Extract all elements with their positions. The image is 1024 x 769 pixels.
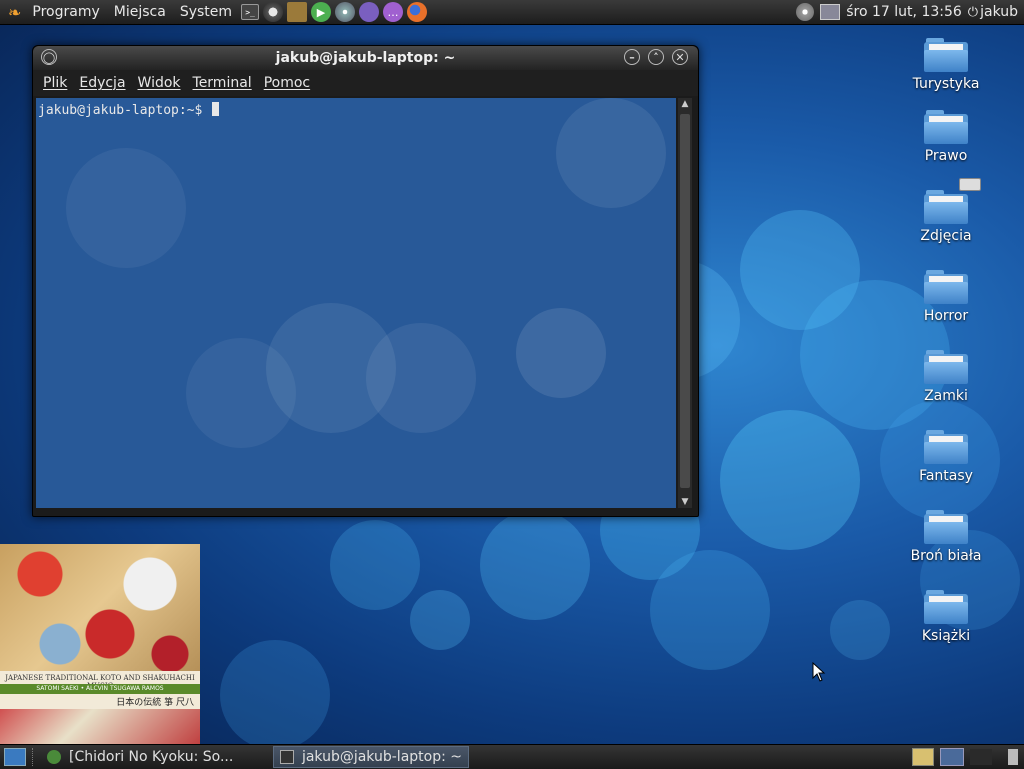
folder-label: Fantasy: [919, 468, 973, 484]
folder-label: Turystyka: [912, 76, 980, 92]
minimize-button[interactable]: –: [624, 49, 640, 65]
album-artists: SATOMI SAEKI • ALCVIN TSUGAWA RAMOS: [0, 684, 200, 694]
folder-label: Zamki: [924, 388, 968, 404]
workspace-switcher[interactable]: [940, 748, 964, 766]
menu-pomoc[interactable]: Pomoc: [258, 75, 316, 91]
top-panel: ❧ Programy Miejsca System >_ ▶ … śro 17 …: [0, 0, 1024, 25]
menu-widok[interactable]: Widok: [132, 75, 187, 91]
menu-edycja[interactable]: Edycja: [73, 75, 131, 91]
folder-label: Książki: [921, 628, 971, 644]
folder-icon: [924, 590, 968, 624]
terminal-output[interactable]: jakub@jakub-laptop:~$: [36, 98, 676, 508]
desktop-folder-zdjecia[interactable]: Zdjęcia: [901, 178, 991, 244]
desktop-folder-ksiazki[interactable]: Książki: [901, 590, 991, 644]
trash-icon[interactable]: [1008, 749, 1018, 765]
gnome-foot-icon[interactable]: ❧: [8, 3, 21, 22]
disc-tray-icon[interactable]: [796, 3, 815, 21]
folder-icon: [924, 110, 968, 144]
shell-prompt: jakub@jakub-laptop:~$: [38, 102, 220, 118]
window-title: jakub@jakub-laptop: ~: [275, 50, 456, 66]
workspace-area: [912, 748, 1024, 766]
desktop-folder-prawo[interactable]: Prawo: [901, 110, 991, 164]
folder-icon: [924, 270, 968, 304]
folder-label: Prawo: [924, 148, 968, 164]
terminal-launcher-icon[interactable]: >_: [241, 4, 260, 20]
pidgin-launcher-icon[interactable]: [359, 2, 380, 22]
system-tray: śro 17 lut, 13:56 ⏻ jakub: [796, 3, 1024, 21]
folder-label: Horror: [923, 308, 969, 324]
scroll-thumb[interactable]: [680, 114, 690, 488]
album-art: JAPANESE TRADITIONAL KOTO AND SHAKUHACHI…: [0, 544, 200, 744]
mouse-pointer-icon: [812, 662, 826, 682]
text-cursor: [212, 102, 220, 116]
menu-plik[interactable]: Plik: [37, 75, 73, 91]
desktop-folder-horror[interactable]: Horror: [901, 270, 991, 324]
desktop-folder-zamki[interactable]: Zamki: [901, 350, 991, 404]
chat-launcher-icon[interactable]: …: [383, 2, 404, 22]
desktop-folder-fantasy[interactable]: Fantasy: [901, 430, 991, 484]
window-menu-icon[interactable]: ◯: [41, 49, 57, 65]
player-launcher-icon[interactable]: ▶: [311, 2, 332, 22]
folder-icon: [924, 38, 968, 72]
media-launcher-icon[interactable]: [263, 2, 284, 22]
taskbar-item-label: [Chidori No Kyoku: So...: [69, 749, 234, 765]
folder-label: Zdjęcia: [920, 228, 972, 244]
folder-icon: [924, 350, 968, 384]
terminal-scrollbar[interactable]: ▲ ▼: [678, 98, 692, 508]
folder-label: Broń biała: [910, 548, 982, 564]
show-desktop-icon[interactable]: [4, 748, 26, 766]
bottom-panel: [Chidori No Kyoku: So... jakub@jakub-lap…: [0, 744, 1024, 769]
user-name[interactable]: jakub: [980, 4, 1018, 20]
folder-icon: [924, 430, 968, 464]
display-tray-icon[interactable]: [820, 4, 841, 20]
folder-icon: [924, 190, 968, 224]
desktop-folder-turystyka[interactable]: Turystyka: [901, 38, 991, 92]
album-pattern: [0, 709, 200, 744]
scroll-up-icon[interactable]: ▲: [678, 99, 692, 109]
menu-terminal[interactable]: Terminal: [187, 75, 258, 91]
note-icon[interactable]: [912, 748, 934, 766]
power-icon[interactable]: ⏻: [968, 5, 978, 20]
player-icon: [47, 750, 61, 764]
menu-miejsca[interactable]: Miejsca: [107, 0, 173, 24]
taskbar-item-label: jakub@jakub-laptop: ~: [301, 749, 462, 765]
gimp-launcher-icon[interactable]: [287, 2, 308, 22]
folder-icon: [924, 510, 968, 544]
menu-programy[interactable]: Programy: [25, 0, 106, 24]
menu-system[interactable]: System: [173, 0, 239, 24]
disc-launcher-icon[interactable]: [335, 2, 356, 22]
taskbar-item-music[interactable]: [Chidori No Kyoku: So...: [41, 746, 269, 768]
close-button[interactable]: ✕: [672, 49, 688, 65]
scroll-down-icon[interactable]: ▼: [678, 497, 692, 507]
terminal-titlebar[interactable]: ◯ jakub@jakub-laptop: ~ – ˄ ✕: [33, 46, 698, 70]
album-title-band: JAPANESE TRADITIONAL KOTO AND SHAKUHACHI…: [0, 671, 200, 709]
terminal-window: ◯ jakub@jakub-laptop: ~ – ˄ ✕ Plik Edycj…: [32, 45, 699, 517]
firefox-launcher-icon[interactable]: [407, 2, 428, 22]
workspace-2[interactable]: [970, 749, 992, 765]
desktop-folder-bron-biala[interactable]: Broń biała: [901, 510, 991, 564]
taskbar-item-terminal[interactable]: jakub@jakub-laptop: ~: [273, 746, 469, 768]
clock[interactable]: śro 17 lut, 13:56: [846, 4, 962, 20]
maximize-button[interactable]: ˄: [648, 49, 664, 65]
terminal-menubar: Plik Edycja Widok Terminal Pomoc: [33, 70, 698, 96]
album-japanese-title: 日本の伝統 箏 尺八: [116, 698, 194, 708]
terminal-icon: [280, 750, 294, 764]
